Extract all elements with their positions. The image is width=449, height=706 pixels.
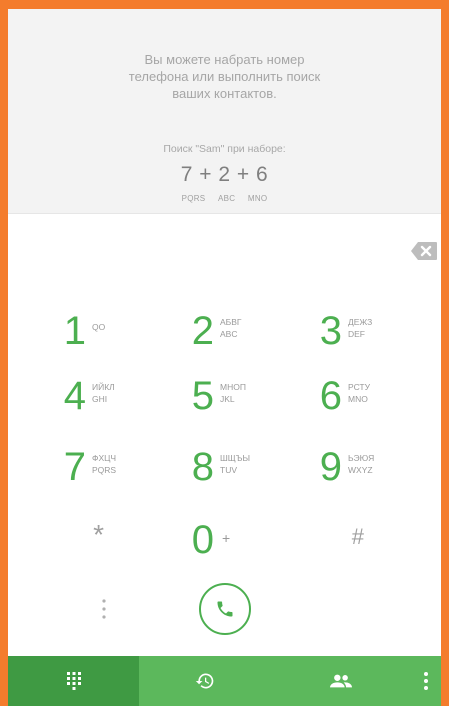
dialer-screen: Вы можете набрать номер телефона или вып… [8, 9, 441, 706]
key-letters: ДЕЖЗ DEF [348, 316, 372, 340]
backspace-icon [411, 242, 437, 260]
key-6[interactable]: 6 РСТУ MNO [286, 370, 406, 430]
key-letters: ИЙКЛ GHI [92, 381, 115, 405]
key-1[interactable]: 1 QO [30, 305, 150, 365]
key-digit: 7 [63, 445, 86, 489]
key-letters-latin: DEF [348, 329, 365, 339]
key-letters-cyrillic: ЬЭЮЯ [348, 453, 375, 463]
key-letters: ШЩЪЫ TUV [220, 452, 250, 476]
key-letters-latin: GHI [92, 394, 108, 404]
tab-history[interactable] [139, 656, 271, 706]
key-0-plus: + [222, 530, 231, 546]
key-letters: ЬЭЮЯ WXYZ [348, 452, 374, 476]
contacts-icon [330, 674, 352, 688]
hint-line: Вы можете набрать номер [144, 52, 305, 67]
search-example-letters: PQRS ABC MNO [8, 194, 441, 203]
key-letters-cyrillic: ШЩЪЫ [220, 453, 251, 463]
formula-letter-group: PQRS [181, 194, 206, 203]
key-star-symbol: * [93, 519, 104, 550]
key-hash[interactable]: # [308, 511, 428, 571]
search-example-label: Поиск "Sam" при наборе: [163, 143, 286, 155]
key-letters-latin: PQRS [92, 465, 117, 475]
dialer-hint-panel: Вы можете набрать номер телефона или вып… [8, 9, 441, 214]
key-letters-latin: WXYZ [348, 465, 373, 475]
key-2[interactable]: 2 АБВГ ABC [158, 305, 278, 365]
voicemail-label: QO [92, 322, 106, 332]
key-letters-cyrillic: ИЙКЛ [92, 382, 115, 392]
key-letters-cyrillic: МНОП [220, 382, 246, 392]
dialpad-more-button[interactable] [99, 595, 109, 623]
more-vertical-icon [102, 599, 106, 619]
hint-text: Вы можете набрать номер телефона или вып… [68, 51, 381, 102]
key-letters-latin: JKL [220, 394, 235, 404]
key-letters: МНОП JKL [220, 381, 246, 405]
key-5[interactable]: 5 МНОП JKL [158, 370, 278, 430]
dialpad-icon [66, 672, 81, 690]
key-letters: РСТУ MNO [348, 381, 370, 405]
key-letters: АБВГ ABC [220, 316, 242, 340]
bottom-tab-bar [8, 656, 441, 706]
call-button[interactable] [199, 583, 251, 635]
key-digit: 1 [63, 309, 86, 353]
tab-contacts[interactable] [271, 656, 411, 706]
key-letters-cyrillic: РСТУ [348, 382, 371, 392]
key-8[interactable]: 8 ШЩЪЫ TUV [158, 441, 278, 501]
key-star[interactable]: * [48, 509, 168, 569]
key-digit: 4 [63, 374, 86, 418]
phone-icon [217, 601, 233, 617]
key-letters-cyrillic: ФХЦЧ [92, 453, 117, 463]
key-letters-latin: MNO [348, 394, 368, 404]
key-letters-latin: ABC [220, 329, 238, 339]
key-3[interactable]: 3 ДЕЖЗ DEF [286, 305, 406, 365]
key-0[interactable]: 0 + [158, 514, 278, 574]
key-7[interactable]: 7 ФХЦЧ PQRS [30, 441, 150, 501]
tab-dialpad[interactable] [8, 656, 139, 706]
key-letters-cyrillic: АБВГ [220, 317, 242, 327]
hint-line: телефона или выполнить поиск [128, 69, 321, 84]
key-letters: ФХЦЧ PQRS [92, 452, 116, 476]
key-digit: 6 [319, 374, 342, 418]
more-vertical-icon [424, 672, 428, 690]
search-example-digits: 7 + 2 + 6 [180, 163, 269, 186]
key-letters-latin: TUV [220, 465, 237, 475]
formula-letter-group: MNO [247, 194, 268, 203]
key-hash-symbol: # [351, 524, 364, 549]
formula-letter-group: ABC [217, 194, 236, 203]
key-4[interactable]: 4 ИЙКЛ GHI [30, 370, 150, 430]
history-icon [195, 673, 214, 689]
key-digit: 2 [191, 309, 214, 353]
key-letters: QO [92, 321, 105, 333]
hint-line: ваших контактов. [172, 86, 277, 101]
key-digit: 5 [191, 374, 214, 418]
key-letters-cyrillic: ДЕЖЗ [348, 317, 373, 327]
overflow-menu-button[interactable] [411, 656, 441, 706]
key-digit: 3 [319, 309, 342, 353]
key-9[interactable]: 9 ЬЭЮЯ WXYZ [286, 441, 406, 501]
backspace-button[interactable] [410, 241, 438, 261]
key-digit: 8 [191, 445, 214, 489]
key-digit: 9 [319, 445, 342, 489]
key-digit: 0 [191, 518, 214, 562]
